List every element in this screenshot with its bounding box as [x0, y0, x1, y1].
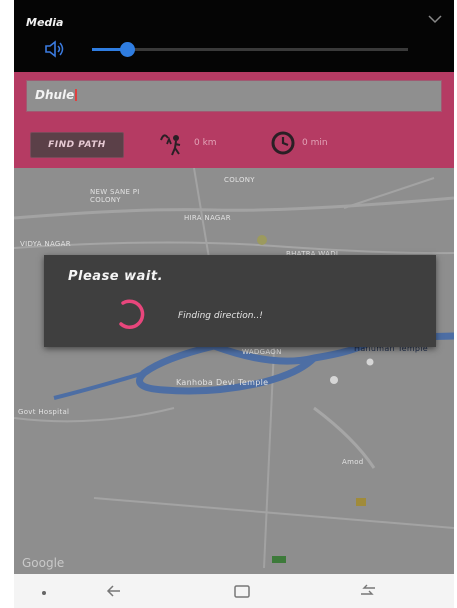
map-label: HIRA NAGAR — [184, 214, 231, 222]
map-label: NEW SANE PI COLONY — [90, 188, 140, 204]
destination-input[interactable]: Dhule — [26, 80, 442, 112]
distance-walk-icon — [160, 134, 181, 156]
system-navigation-bar — [14, 574, 454, 608]
switch-apps-icon[interactable] — [358, 582, 378, 600]
route-toolbar: Dhule FIND PATH 0 km 0 min — [14, 72, 454, 168]
map-label: Kanhoba Devi Temple — [176, 378, 269, 387]
map-roads-rivers — [14, 168, 454, 569]
loading-spinner-icon — [119, 299, 145, 329]
map-view[interactable]: COLONY NEW SANE PI COLONY HIRA NAGAR VID… — [14, 168, 454, 574]
text-caret — [75, 89, 78, 101]
time-value: 0 min — [302, 138, 328, 148]
google-logo: Google — [22, 556, 65, 570]
destination-text: Dhule — [35, 88, 75, 102]
chevron-down-icon[interactable] — [428, 14, 442, 24]
map-label: COLONY — [224, 176, 255, 184]
map-label: Amod — [342, 458, 364, 466]
map-label: Govt Hospital — [18, 408, 70, 416]
find-path-button[interactable]: FIND PATH — [30, 132, 124, 158]
media-title: Media — [26, 16, 64, 29]
distance-value: 0 km — [194, 138, 217, 148]
back-icon[interactable] — [104, 582, 124, 600]
phone-screen: Media Dhule FIND PATH 0 km 0 min COLONY … — [14, 0, 454, 574]
map-label: WADGAON — [242, 348, 282, 356]
dot-icon[interactable] — [34, 582, 54, 600]
media-volume-panel: Media — [14, 0, 454, 72]
dialog-title: Please wait. — [68, 269, 164, 284]
recents-icon[interactable] — [232, 582, 252, 600]
volume-slider[interactable] — [92, 42, 408, 57]
volume-slider-thumb[interactable] — [119, 42, 135, 57]
progress-dialog: Please wait. Finding direction..! — [44, 255, 436, 347]
map-label: VIDYA NAGAR — [20, 240, 71, 248]
clock-icon — [271, 131, 295, 155]
dialog-message: Finding direction..! — [178, 311, 263, 321]
destination-input-value: Dhule — [35, 88, 78, 102]
speaker-icon[interactable] — [44, 40, 66, 58]
